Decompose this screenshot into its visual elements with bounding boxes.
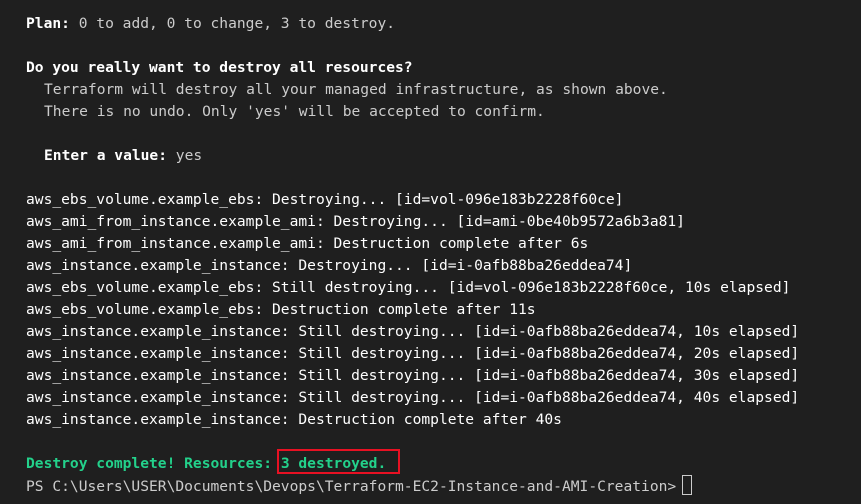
- shell-prompt-line[interactable]: PS C:\Users\USER\Documents\Devops\Terraf…: [26, 475, 693, 497]
- log-line: aws_instance.example_instance: Still des…: [26, 367, 800, 384]
- log-line: aws_instance.example_instance: Destructi…: [26, 411, 562, 428]
- log-line: aws_instance.example_instance: Still des…: [26, 389, 800, 406]
- log-line: aws_ami_from_instance.example_ami: Destr…: [26, 213, 685, 230]
- destroy-complete-prefix: Destroy complete! Resources:: [26, 455, 281, 472]
- confirm-prompt-label: Enter a value:: [44, 147, 168, 164]
- plan-summary: 0 to add, 0 to change, 3 to destroy.: [69, 15, 396, 32]
- log-line: aws_instance.example_instance: Still des…: [26, 323, 800, 340]
- destroy-warning-line-1: Terraform will destroy all your managed …: [44, 81, 668, 98]
- log-line: aws_ami_from_instance.example_ami: Destr…: [26, 235, 589, 252]
- log-line: aws_ebs_volume.example_ebs: Destruction …: [26, 301, 536, 318]
- shell-prompt: PS C:\Users\USER\Documents\Devops\Terraf…: [26, 478, 677, 495]
- log-line: aws_instance.example_instance: Destroyin…: [26, 257, 633, 274]
- confirm-prompt: Enter a value: yes: [44, 145, 202, 167]
- destroy-warning-line-2: There is no undo. Only 'yes' will be acc…: [44, 103, 545, 120]
- log-line: aws_ebs_volume.example_ebs: Destroying..…: [26, 191, 624, 208]
- highlight-box: [277, 449, 400, 474]
- plan-label: Plan:: [26, 15, 70, 32]
- destroy-question: Do you really want to destroy all resour…: [26, 59, 413, 76]
- confirm-prompt-value: yes: [167, 147, 203, 164]
- cursor-icon: [682, 475, 693, 495]
- terminal-panel[interactable]: Plan: 0 to add, 0 to change, 3 to destro…: [0, 0, 861, 504]
- log-line: aws_instance.example_instance: Still des…: [26, 345, 800, 362]
- log-line: aws_ebs_volume.example_ebs: Still destro…: [26, 279, 791, 296]
- plan-line: Plan: 0 to add, 0 to change, 3 to destro…: [26, 13, 395, 35]
